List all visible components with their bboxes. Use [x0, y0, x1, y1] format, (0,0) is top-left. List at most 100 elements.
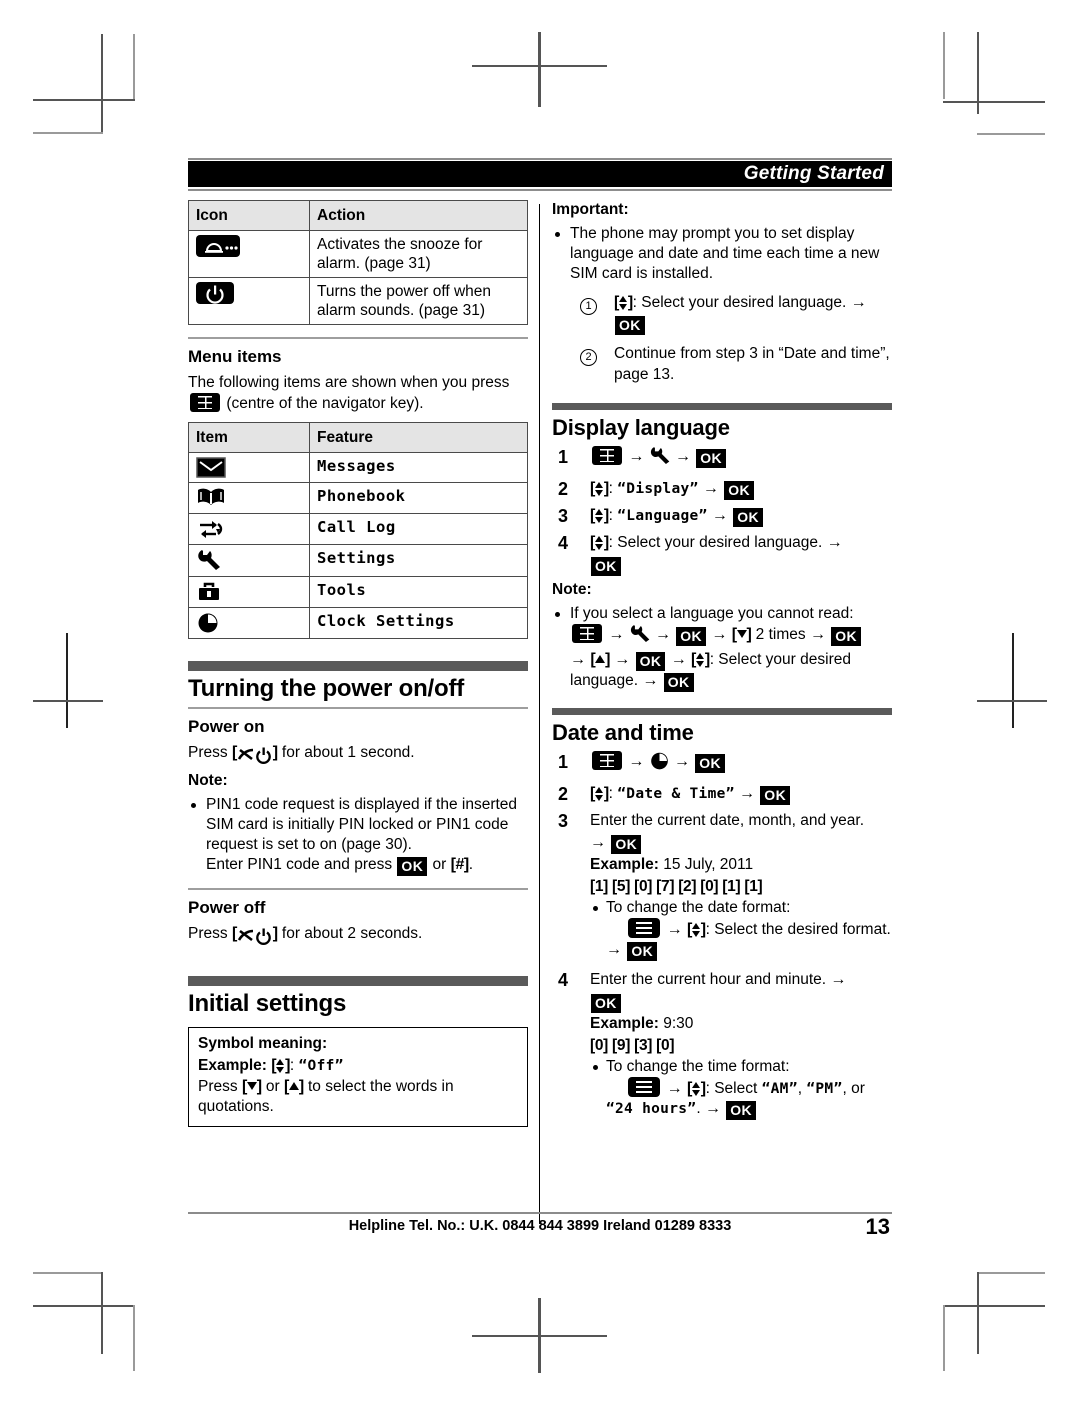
updown-key[interactable]: [] — [590, 480, 609, 497]
registration-cross-left-h — [33, 700, 103, 702]
arrow-icon: → — [590, 834, 606, 851]
ok-softkey[interactable]: OK — [611, 835, 642, 854]
table-row: Clock Settings — [188, 607, 528, 639]
arrow-icon: → — [642, 672, 659, 689]
or-label: , or — [842, 1080, 865, 1097]
ok-softkey[interactable]: OK — [696, 449, 727, 468]
display-language-step-3: 3 []: “Language” → OK — [552, 505, 892, 527]
updown-key[interactable]: [] — [691, 651, 710, 668]
ok-softkey[interactable]: OK — [591, 557, 621, 576]
registration-cross-bottom-h — [472, 1335, 607, 1337]
wrench-icon[interactable] — [629, 624, 651, 650]
footer-row: Helpline Tel. No.: U.K. 0844 844 3899 Ir… — [188, 1214, 892, 1248]
registration-cross-left-v — [66, 633, 68, 728]
ok-softkey[interactable]: OK — [627, 942, 658, 961]
crop-mark-bottom-right-v — [977, 1272, 979, 1354]
power-off-icon — [196, 282, 234, 304]
ok-softkey[interactable]: OK — [733, 508, 764, 527]
arrow-icon: → — [666, 921, 683, 938]
clock-icon — [196, 612, 302, 634]
action-cell: Activates the snooze for alarm. (page 31… — [309, 230, 528, 278]
power-off-instruction: Press [] for about 2 seconds. — [188, 924, 528, 948]
ok-softkey[interactable]: OK — [676, 627, 707, 646]
or-label: or — [265, 1078, 280, 1095]
ok-softkey[interactable]: OK — [663, 673, 694, 692]
arrow-icon: → — [628, 448, 645, 465]
icon-cell — [188, 513, 310, 545]
ok-softkey[interactable]: OK — [724, 481, 754, 500]
manual-page: Getting Started Icon Action Activates th… — [188, 158, 892, 1248]
call-log-icon — [196, 518, 302, 540]
down-key[interactable]: [] — [732, 626, 752, 643]
example-keypresses: [0] [9] [3] [0] — [590, 1037, 675, 1054]
updown-key[interactable]: [] — [687, 1080, 706, 1097]
feature-cell: Call Log — [309, 513, 528, 545]
table-row: Messages — [188, 452, 528, 483]
updown-key[interactable]: [] — [687, 921, 706, 938]
note-text-line1: PIN1 code request is displayed if the in… — [206, 796, 518, 853]
up-key[interactable]: [] — [590, 651, 610, 668]
updown-key[interactable]: [] — [590, 534, 609, 551]
soft-menu-icon[interactable] — [628, 1077, 661, 1097]
table-row: Phonebook — [188, 482, 528, 514]
time-format-option-am: “AM” — [761, 1081, 798, 1097]
header-rule-bottom — [188, 189, 892, 191]
arrow-icon: → — [674, 448, 691, 465]
ok-softkey[interactable]: OK — [695, 754, 726, 773]
menu-items-intro-before: The following items are shown when you p… — [188, 374, 510, 391]
navigator-grid-icon[interactable] — [592, 446, 622, 465]
arrow-icon: → — [614, 651, 631, 668]
ok-softkey[interactable]: OK — [760, 786, 791, 805]
page-title-initial-settings: Initial settings — [188, 990, 347, 1017]
arrow-icon: → — [850, 294, 867, 311]
ok-softkey[interactable]: OK — [726, 1101, 757, 1120]
arrow-icon: → — [738, 785, 755, 802]
action-cell: Turns the power off when alarm sounds. (… — [309, 277, 528, 325]
crop-mark-bottom-right-h — [943, 1305, 1045, 1307]
feature-cell: Tools — [309, 576, 528, 608]
title-rule — [188, 707, 528, 709]
important-step-2: 2 Continue from step 3 in “Date and time… — [552, 343, 892, 385]
menu-items-intro: The following items are shown when you p… — [188, 373, 528, 414]
press-label: Press — [188, 925, 228, 942]
table-row: Activates the snooze for alarm. (page 31… — [188, 230, 528, 278]
navigator-grid-icon[interactable] — [592, 751, 622, 770]
arrow-icon: → — [704, 1100, 721, 1117]
comma: , — [797, 1080, 803, 1097]
display-language-note: If you select a language you cannot read… — [552, 604, 892, 692]
clock-icon[interactable] — [649, 751, 670, 778]
icon-cell — [188, 544, 310, 577]
soft-menu-icon[interactable] — [628, 918, 661, 938]
symbol-meaning-press: Press [] or [] to select the words in qu… — [198, 1077, 518, 1117]
arrow-icon: → — [570, 651, 586, 668]
arrow-icon: → — [809, 626, 826, 643]
example-value: 15 July, 2011 — [663, 856, 754, 873]
section-block-rule — [552, 403, 892, 410]
ok-softkey[interactable]: OK — [635, 652, 666, 671]
col-header-item: Item — [188, 422, 310, 453]
phonebook-icon — [196, 487, 302, 509]
time-format-option-24h: “24 hours” — [606, 1101, 697, 1117]
symbol-meaning-example: Example: []: “Off” — [198, 1057, 344, 1074]
ok-softkey[interactable]: OK — [397, 857, 428, 876]
wrench-icon[interactable] — [649, 446, 671, 473]
table-header-row: Icon Action — [188, 200, 528, 231]
updown-key: [] — [271, 1057, 290, 1074]
ok-softkey[interactable]: OK — [615, 316, 645, 335]
page-header: Getting Started — [188, 158, 892, 192]
period: . — [696, 1100, 701, 1117]
navigator-grid-icon[interactable] — [572, 624, 602, 643]
wrench-icon — [196, 549, 302, 572]
crop-mark-bottom-left-v — [101, 1272, 103, 1354]
ok-softkey[interactable]: OK — [831, 627, 862, 646]
date-time-step-1: 1 → → OK — [552, 751, 892, 778]
ok-softkey[interactable]: OK — [591, 994, 621, 1013]
crop-mark-top-right-h2 — [977, 133, 1045, 135]
updown-key[interactable]: [] — [590, 785, 609, 802]
display-language-step-1: 1 → → OK — [552, 446, 892, 473]
crop-mark-top-right-h — [943, 101, 1045, 103]
arrow-icon: → — [608, 626, 625, 643]
updown-key[interactable]: [] — [590, 507, 609, 524]
down-key: [] — [241, 1078, 262, 1095]
bullet-text: To change the date format: — [606, 899, 791, 916]
